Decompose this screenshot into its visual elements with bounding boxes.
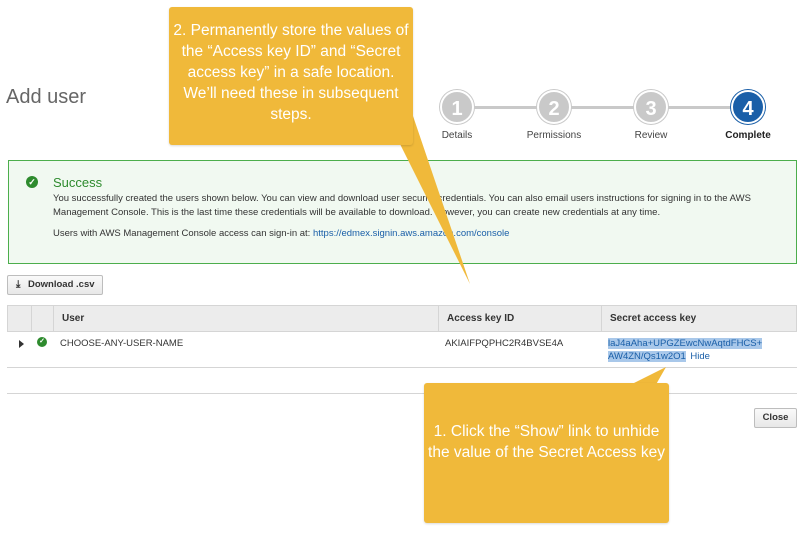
callout-top: 2. Permanently store the values of the “… [169, 7, 413, 145]
callout-bottom: 1. Click the “Show” link to unhide the v… [424, 383, 669, 523]
